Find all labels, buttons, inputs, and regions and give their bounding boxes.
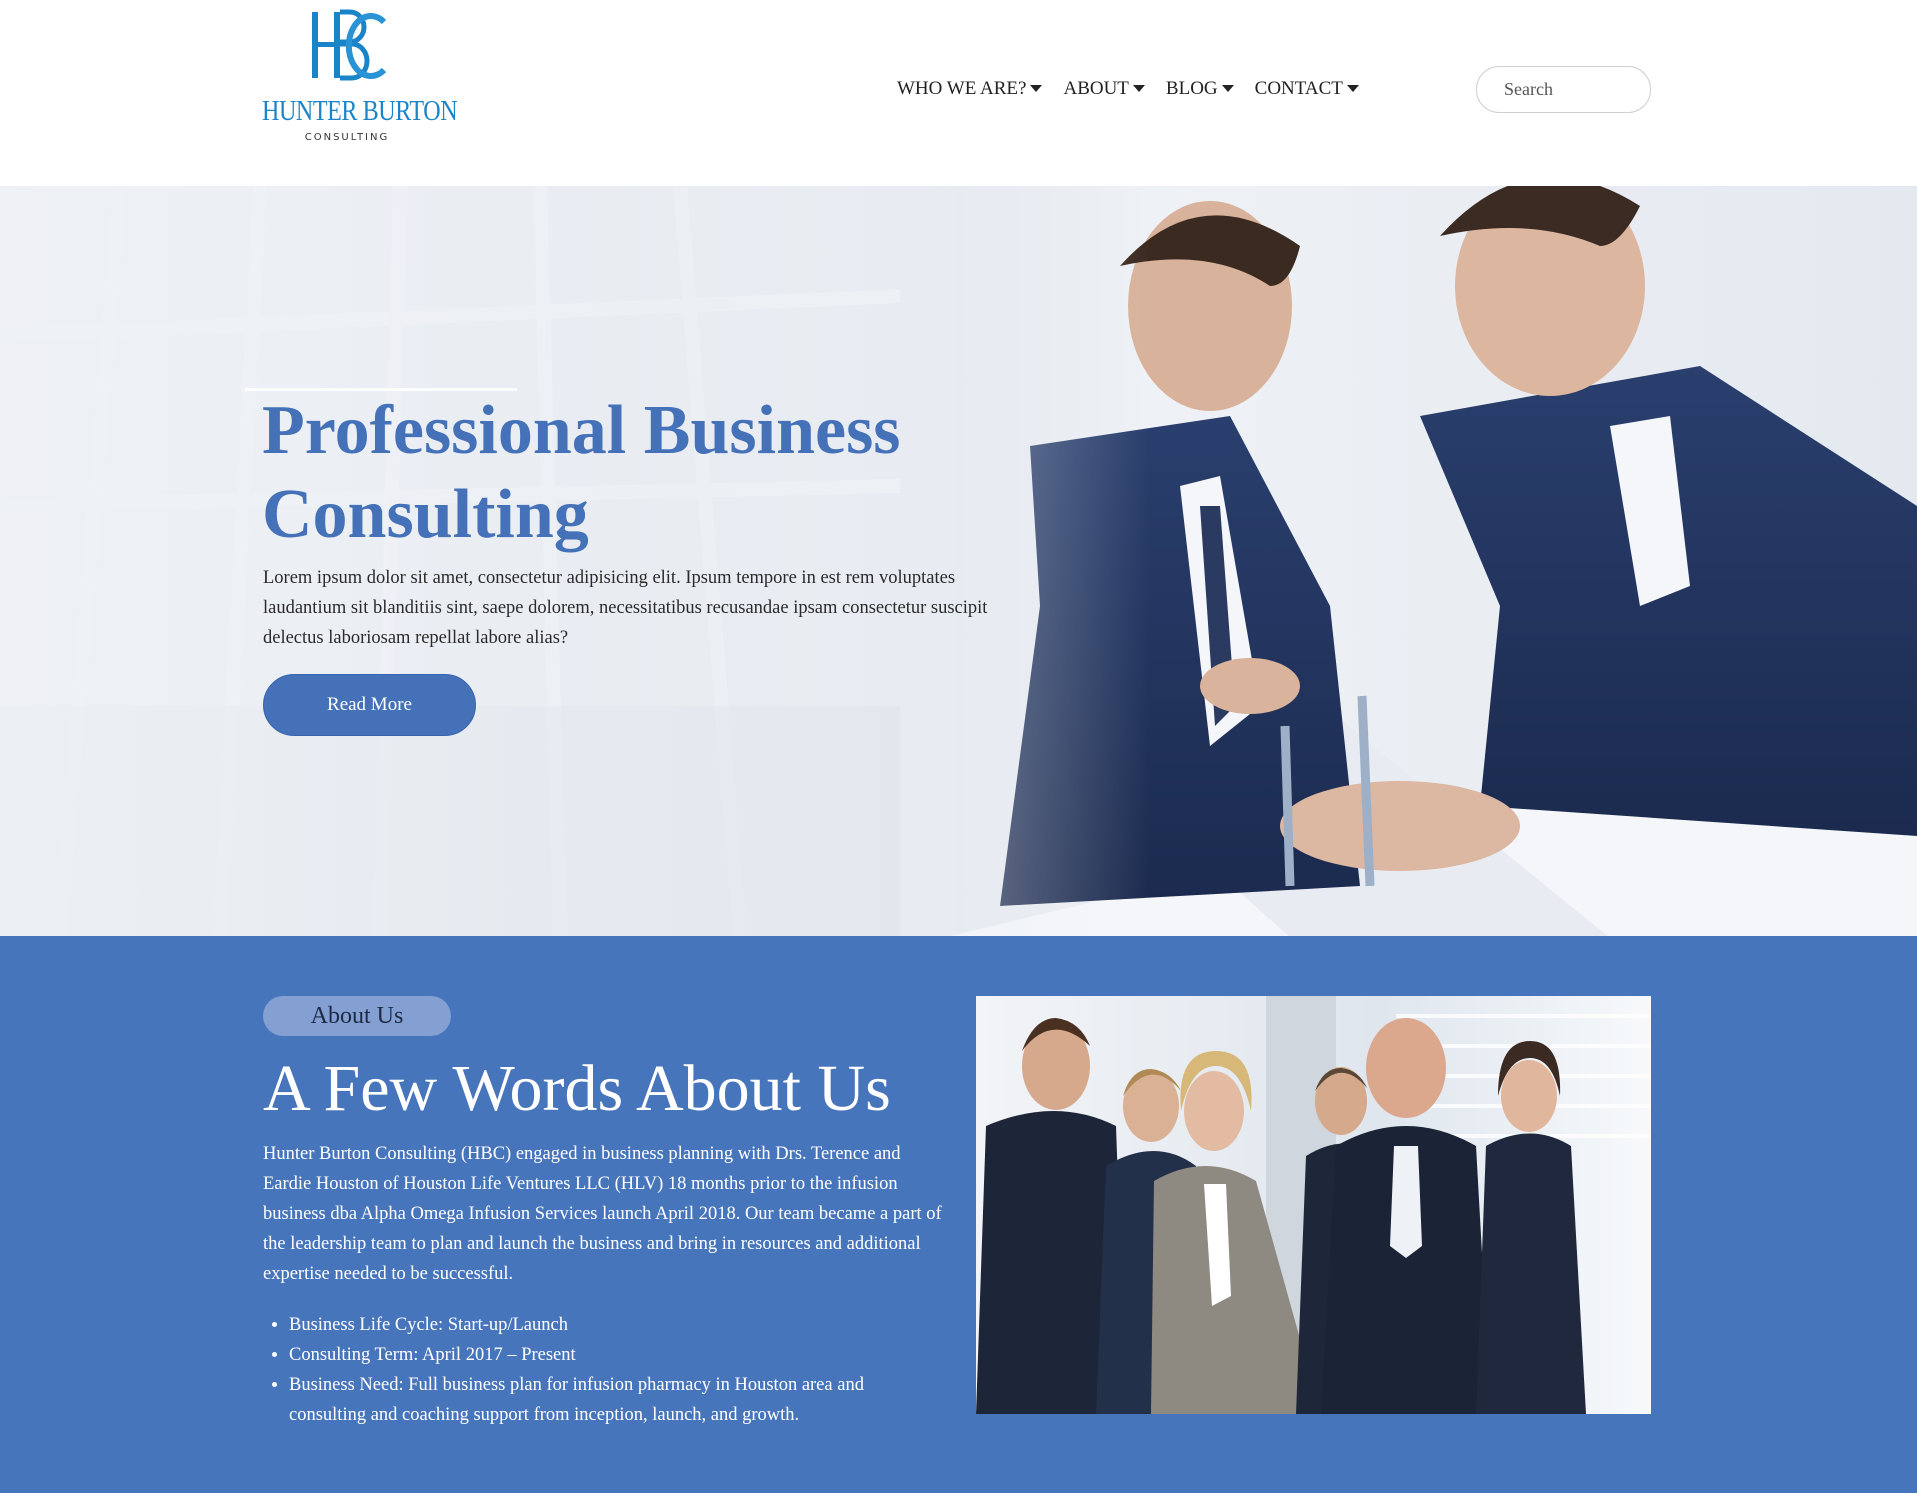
nav-item-label: BLOG: [1165, 78, 1218, 99]
caret-down-icon: [1346, 84, 1359, 92]
nav-item-blog[interactable]: BLOG: [1166, 78, 1234, 100]
hero-section: Professional Business Consulting Lorem i…: [0, 186, 1917, 936]
caret-down-icon: [1221, 84, 1234, 92]
read-more-button[interactable]: Read More: [263, 674, 476, 736]
about-badge: About Us: [263, 996, 451, 1036]
logo-subtitle: CONSULTING: [304, 132, 390, 143]
about-section: About Us A Few Words About Us Hunter Bur…: [0, 936, 1917, 1493]
about-title: A Few Words About Us: [263, 1052, 891, 1125]
hbc-logo-mark-icon: [312, 9, 387, 81]
hero-description: Lorem ipsum dolor sit amet, consectetur …: [263, 568, 988, 648]
list-item: Business Need: Full business plan for in…: [289, 1370, 943, 1430]
nav-item-about[interactable]: ABOUT: [1063, 78, 1145, 100]
list-item: Business Life Cycle: Start-up/Launch: [289, 1310, 943, 1340]
nav-item-who-we-are[interactable]: WHO WE ARE?: [897, 78, 1043, 100]
site-header: HUNTER BURTON CONSULTING WHO WE ARE? ABO…: [0, 0, 1917, 186]
team-photo-illustration: [976, 996, 1651, 1414]
nav-item-label: ABOUT: [1063, 78, 1129, 99]
search-input[interactable]: [1476, 66, 1651, 113]
logo-name: HUNTER BURTON: [262, 96, 458, 127]
about-details-list: Business Life Cycle: Start-up/Launch Con…: [263, 1310, 943, 1430]
nav-item-label: CONTACT: [1254, 78, 1343, 99]
logo[interactable]: HUNTER BURTON CONSULTING: [262, 8, 458, 144]
list-item: Consulting Term: April 2017 – Present: [289, 1340, 943, 1370]
main-nav: WHO WE ARE? ABOUT BLOG CONTACT: [897, 76, 1380, 102]
caret-down-icon: [1030, 84, 1043, 92]
business-meeting-photo: [0, 186, 1917, 936]
caret-down-icon: [1132, 84, 1145, 92]
nav-item-label: WHO WE ARE?: [897, 78, 1027, 99]
about-description: Hunter Burton Consulting (HBC) engaged i…: [263, 1144, 942, 1284]
hero-title: Professional Business Consulting: [262, 392, 901, 553]
team-photo: [976, 996, 1651, 1414]
nav-item-contact[interactable]: CONTACT: [1255, 78, 1359, 100]
